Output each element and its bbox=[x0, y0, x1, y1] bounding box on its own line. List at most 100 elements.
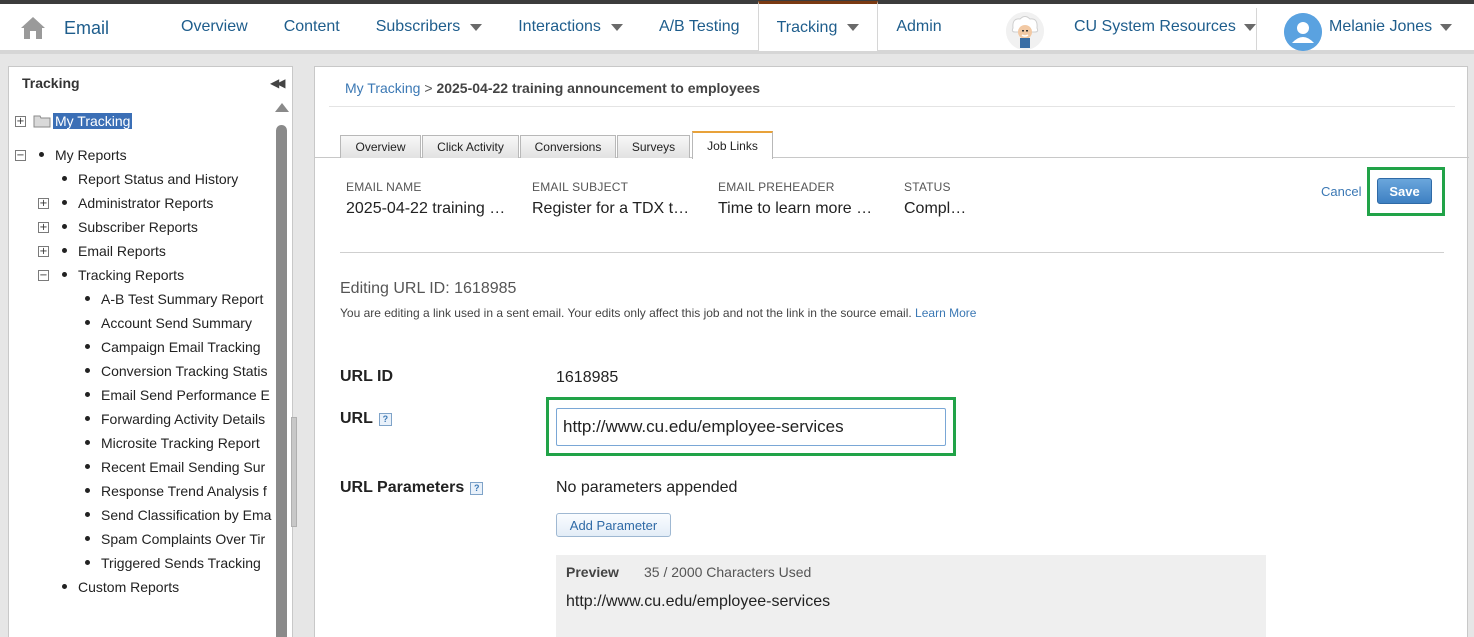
tracking-tree-panel: Tracking ◀◀ + My Tracking − My Reports R… bbox=[8, 66, 293, 637]
label-text: URL Parameters bbox=[340, 479, 465, 496]
breadcrumb-separator: > bbox=[424, 80, 433, 96]
business-unit-switcher[interactable]: CU System Resources bbox=[1074, 18, 1256, 36]
tab-label: Click Activity bbox=[437, 140, 504, 154]
nav-admin[interactable]: Admin bbox=[878, 4, 959, 50]
tab-label: Overview bbox=[355, 140, 406, 154]
tree-item-label: Tracking Reports bbox=[78, 267, 185, 283]
collapse-icon[interactable]: − bbox=[15, 150, 26, 161]
bullet-icon bbox=[85, 368, 90, 373]
add-parameter-button[interactable]: Add Parameter bbox=[556, 513, 671, 537]
tree-item-custom-reports[interactable]: Custom Reports bbox=[78, 577, 179, 597]
tab-overview[interactable]: Overview bbox=[340, 135, 421, 158]
email-preheader-label: EMAIL PREHEADER bbox=[718, 180, 835, 194]
collapse-icon[interactable]: − bbox=[38, 270, 49, 281]
einstein-avatar-icon[interactable] bbox=[1006, 12, 1044, 50]
url-id-value: 1618985 bbox=[556, 369, 619, 386]
tree-item-label: Forwarding Activity Details bbox=[101, 411, 266, 427]
url-input[interactable] bbox=[556, 408, 946, 446]
folder-icon bbox=[33, 115, 51, 128]
preview-url: http://www.cu.edu/employee-services bbox=[566, 593, 831, 610]
panel-splitter[interactable] bbox=[291, 417, 297, 527]
tree-item-label: Campaign Email Tracking bbox=[101, 339, 261, 355]
nav-label: Overview bbox=[181, 18, 248, 35]
expand-icon[interactable]: + bbox=[38, 222, 49, 233]
learn-more-link[interactable]: Learn More bbox=[915, 306, 976, 320]
tree-item-report[interactable]: Campaign Email Tracking bbox=[101, 337, 261, 357]
tree-item-email-reports[interactable]: Email Reports bbox=[78, 241, 166, 261]
caret-down-icon bbox=[1243, 23, 1256, 31]
tree-item-report[interactable]: Response Trend Analysis f bbox=[101, 481, 267, 501]
nav-tracking[interactable]: Tracking bbox=[757, 1, 879, 51]
tree-item-report[interactable]: A-B Test Summary Report bbox=[101, 289, 263, 309]
scroll-thumb[interactable] bbox=[276, 125, 287, 637]
user-menu[interactable]: Melanie Jones bbox=[1329, 18, 1453, 36]
nav-overview[interactable]: Overview bbox=[163, 4, 266, 50]
nav-label: Subscribers bbox=[375, 18, 461, 35]
caret-down-icon bbox=[847, 24, 860, 31]
expand-icon[interactable]: + bbox=[15, 116, 26, 127]
user-name: Melanie Jones bbox=[1329, 18, 1433, 35]
tree-item-tracking-reports[interactable]: Tracking Reports bbox=[78, 265, 184, 285]
tree-item-label: Email Reports bbox=[78, 243, 166, 259]
character-count: 35 / 2000 Characters Used bbox=[644, 564, 812, 580]
bullet-icon bbox=[85, 464, 90, 469]
save-button[interactable]: Save bbox=[1377, 178, 1432, 204]
nav-ab-testing[interactable]: A/B Testing bbox=[641, 4, 758, 50]
tree-item-report[interactable]: Email Send Performance E bbox=[101, 385, 270, 405]
help-icon[interactable]: ? bbox=[378, 412, 392, 426]
divider bbox=[340, 252, 1444, 253]
url-label: URL ? bbox=[340, 410, 392, 428]
tree-item-label: Subscriber Reports bbox=[78, 219, 198, 235]
home-icon[interactable] bbox=[20, 16, 46, 40]
tab-job-links[interactable]: Job Links bbox=[692, 131, 773, 159]
tree-item-report[interactable]: Conversion Tracking Statis bbox=[101, 361, 268, 381]
expand-icon[interactable]: + bbox=[38, 246, 49, 257]
tab-conversions[interactable]: Conversions bbox=[520, 135, 616, 158]
email-subject-value: Register for a TDX training bbox=[532, 200, 694, 217]
tree-item-report[interactable]: Forwarding Activity Details bbox=[101, 409, 265, 429]
main-nav: Overview Content Subscribers Interaction… bbox=[163, 1, 960, 51]
tree-item-report[interactable]: Recent Email Sending Sur bbox=[101, 457, 265, 477]
expand-icon[interactable]: + bbox=[38, 198, 49, 209]
editing-note: You are editing a link used in a sent em… bbox=[340, 306, 976, 320]
tab-label: Conversions bbox=[534, 140, 602, 154]
bullet-icon bbox=[62, 584, 67, 589]
user-avatar-icon[interactable] bbox=[1284, 13, 1322, 51]
nav-content[interactable]: Content bbox=[266, 4, 358, 50]
breadcrumb-current: 2025-04-22 training announcement to empl… bbox=[436, 80, 761, 96]
breadcrumb-link[interactable]: My Tracking bbox=[345, 80, 420, 96]
email-name-value: 2025-04-22 training announcement to empl… bbox=[346, 200, 506, 217]
tree-item-report[interactable]: Spam Complaints Over Tir bbox=[101, 529, 265, 549]
tree-item-administrator-reports[interactable]: Administrator Reports bbox=[78, 193, 213, 213]
nav-label: Interactions bbox=[518, 18, 601, 35]
tab-surveys[interactable]: Surveys bbox=[617, 135, 690, 158]
tree-item-my-reports[interactable]: My Reports bbox=[55, 145, 127, 165]
tree-item-subscriber-reports[interactable]: Subscriber Reports bbox=[78, 217, 198, 237]
help-icon[interactable]: ? bbox=[470, 481, 484, 495]
url-parameters-label: URL Parameters ? bbox=[340, 479, 484, 497]
editing-note-text: You are editing a link used in a sent em… bbox=[340, 306, 912, 320]
tree-item-label: Send Classification by Ema bbox=[101, 507, 272, 523]
tree-item-report[interactable]: Microsite Tracking Report bbox=[101, 433, 260, 453]
tree-item-report[interactable]: Send Classification by Ema bbox=[101, 505, 271, 525]
bullet-icon bbox=[62, 272, 67, 277]
tab-click-activity[interactable]: Click Activity bbox=[422, 135, 519, 158]
tree-item-my-tracking[interactable]: My Tracking bbox=[53, 111, 133, 131]
nav-interactions[interactable]: Interactions bbox=[500, 4, 641, 50]
tree-item-report[interactable]: Account Send Summary bbox=[101, 313, 252, 333]
tree-item-label: Response Trend Analysis f bbox=[101, 483, 267, 499]
tree-item-report-status[interactable]: Report Status and History bbox=[78, 169, 238, 189]
scroll-up-icon[interactable] bbox=[275, 103, 289, 112]
nav-subscribers[interactable]: Subscribers bbox=[358, 4, 500, 50]
main-content: My Tracking > 2025-04-22 training announ… bbox=[314, 66, 1469, 637]
tree-item-report[interactable]: Triggered Sends Tracking bbox=[101, 553, 261, 573]
bullet-icon bbox=[85, 296, 90, 301]
tree-item-label: Report Status and History bbox=[78, 171, 239, 187]
app-name[interactable]: Email bbox=[64, 18, 109, 39]
collapse-panel-icon[interactable]: ◀◀ bbox=[270, 76, 286, 90]
bullet-icon bbox=[62, 224, 67, 229]
tree-scrollbar[interactable] bbox=[275, 103, 289, 637]
preview-panel: Preview 35 / 2000 Characters Used http:/… bbox=[556, 555, 1266, 637]
cancel-link[interactable]: Cancel bbox=[1321, 184, 1361, 199]
bullet-icon bbox=[85, 440, 90, 445]
